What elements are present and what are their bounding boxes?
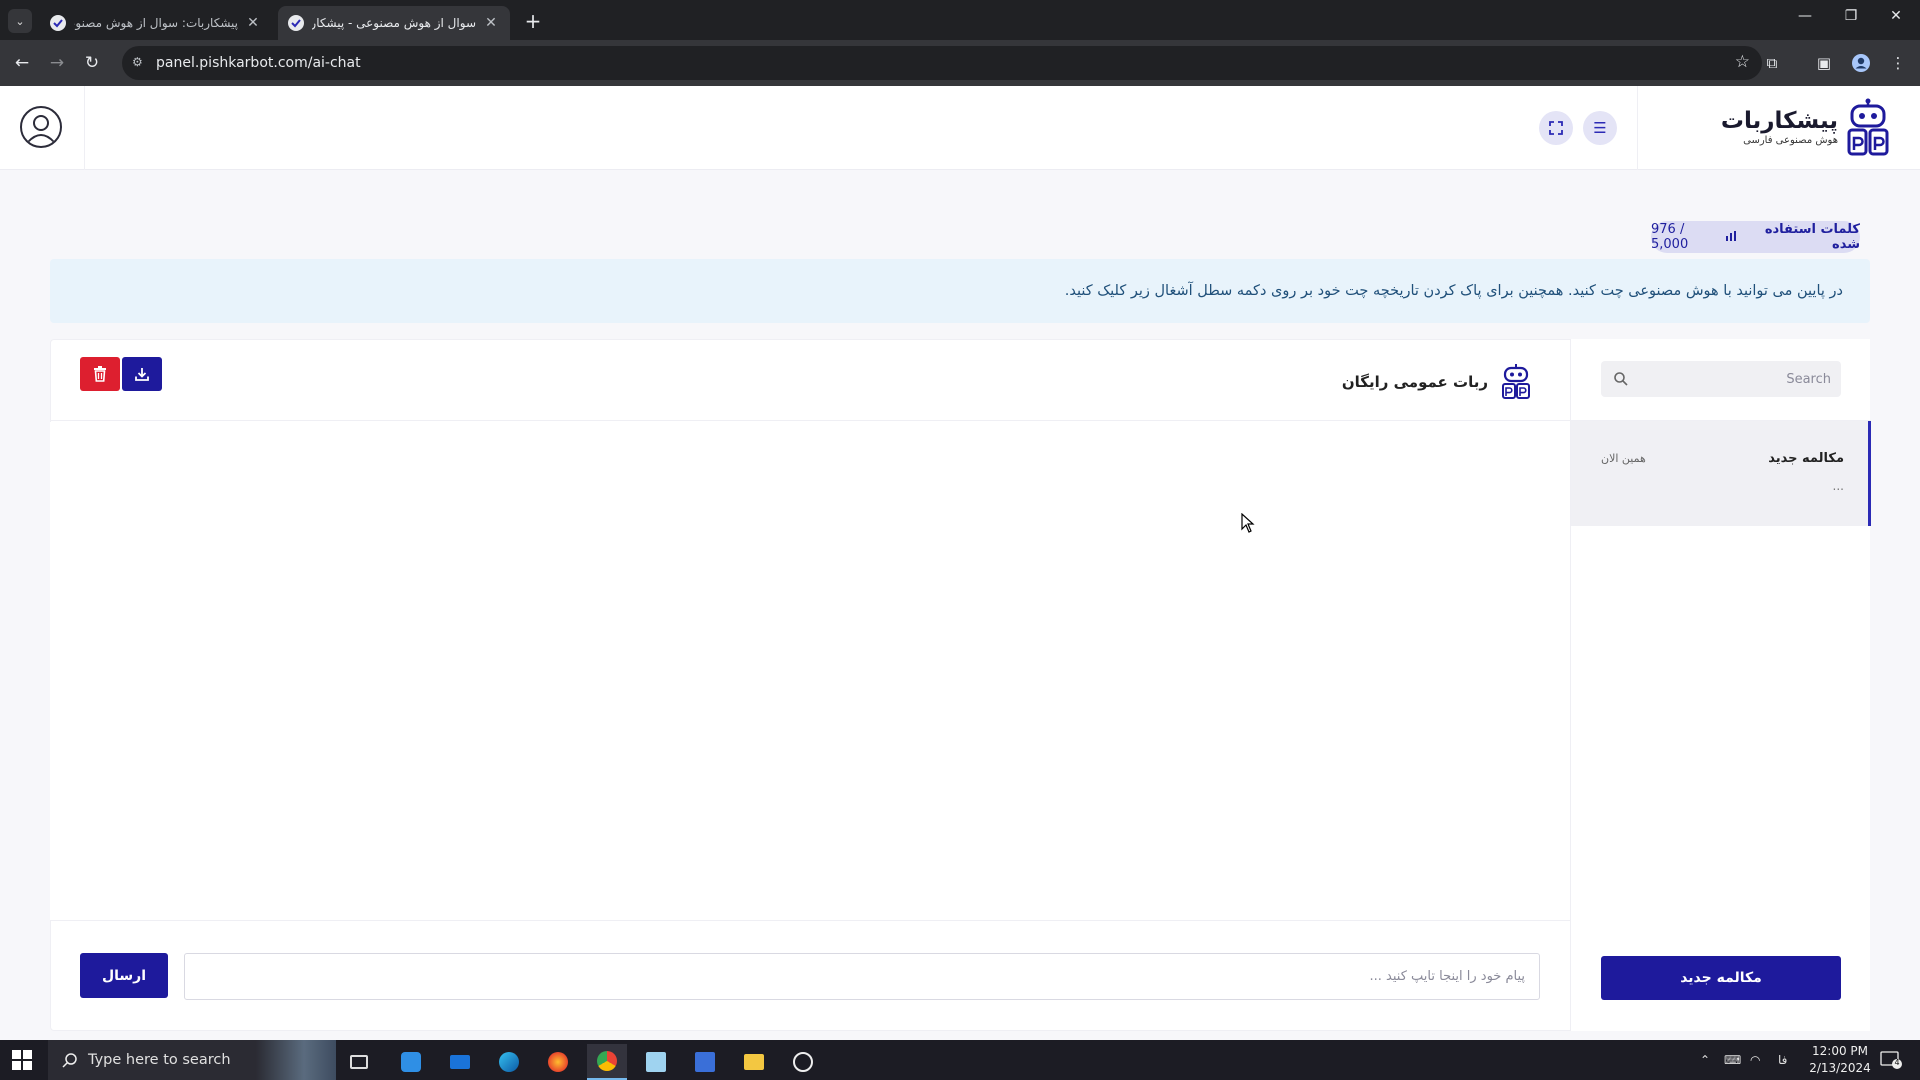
browser-menu-icon[interactable]: ⋮ (1886, 51, 1910, 75)
address-bar[interactable]: ⚙ panel.pishkarbot.com/ai-chat ☆ (122, 46, 1762, 80)
message-input[interactable] (184, 953, 1540, 1000)
taskbar-search-text: Type here to search (88, 1052, 231, 1068)
url-text: panel.pishkarbot.com/ai-chat (156, 55, 361, 71)
remote-desktop-icon[interactable] (685, 1044, 725, 1080)
clock-date: 2/13/2024 (1809, 1061, 1871, 1075)
conversation-item[interactable]: مکالمه جدید همین الان ... (1571, 421, 1871, 526)
app-header: پیشکاربات هوش مصنوعی فارسی ☰ (0, 86, 1920, 170)
header-divider-left (84, 86, 85, 170)
browser-tabbar: ⌄ پیشکاربات: سوال از هوش مصنوعی ✕ سوال ا… (0, 0, 1920, 40)
search-icon (62, 1053, 77, 1068)
clock-app-icon[interactable] (783, 1044, 823, 1080)
windows-start-icon[interactable] (12, 1050, 32, 1070)
show-hidden-icons[interactable]: ⌃ (1700, 1040, 1710, 1080)
file-explorer-icon[interactable] (734, 1044, 774, 1080)
conversation-search (1601, 361, 1841, 397)
robot-logo-icon (1847, 98, 1889, 156)
site-info-icon[interactable]: ⚙ (132, 55, 148, 71)
microsoft-store-icon[interactable] (391, 1044, 431, 1080)
firefox-icon[interactable] (538, 1044, 578, 1080)
usage-count: 976 / 5,000 (1651, 222, 1689, 252)
network-icon[interactable]: ◠ (1750, 1040, 1760, 1080)
info-alert: در پایین می توانید با هوش مصنوعی چت کنید… (50, 259, 1870, 323)
trash-icon (94, 366, 106, 382)
chat-composer: ارسال (50, 920, 1570, 1031)
edge-icon[interactable] (489, 1044, 529, 1080)
brand-logo[interactable]: پیشکاربات هوش مصنوعی فارسی (1721, 98, 1890, 158)
close-window-icon[interactable]: ✕ (1876, 8, 1916, 32)
profile-icon[interactable] (1849, 51, 1873, 75)
browser-toolbar: ← → ↻ ⚙ panel.pishkarbot.com/ai-chat ☆ ⧉… (0, 40, 1920, 86)
windows-taskbar: Type here to search ⌃ ⌨ ◠ فا 12:00 PM 2/… (0, 1040, 1920, 1080)
download-icon (135, 368, 149, 381)
notepad-icon[interactable] (636, 1044, 676, 1080)
notification-count: 4 (1894, 1058, 1900, 1067)
new-tab-button[interactable]: + (520, 8, 546, 34)
bookmark-star-icon[interactable]: ☆ (1735, 52, 1750, 72)
chart-bar-icon (1725, 230, 1736, 245)
reload-icon[interactable]: ↻ (80, 51, 104, 75)
browser-tab-2[interactable]: سوال از هوش مصنوعی - پیشکاربات ✕ (278, 6, 510, 40)
minimize-icon[interactable]: — (1785, 8, 1825, 32)
conversation-time: همین الان (1601, 452, 1646, 465)
close-tab-icon[interactable]: ✕ (244, 15, 262, 31)
site-favicon-icon (288, 15, 304, 31)
info-alert-text: در پایین می توانید با هوش مصنوعی چت کنید… (1064, 283, 1843, 299)
tab-search-button[interactable]: ⌄ (8, 9, 32, 33)
menu-toggle-button[interactable]: ☰ (1583, 111, 1617, 145)
notification-center-icon[interactable]: 4 (1880, 1050, 1902, 1070)
taskbar-search[interactable]: Type here to search (48, 1040, 336, 1080)
usage-label: کلمات استفاده شده (1764, 222, 1860, 252)
side-panel-icon[interactable]: ▣ (1812, 51, 1836, 75)
extensions-icon[interactable]: ⧉ (1760, 51, 1784, 75)
user-avatar[interactable] (20, 106, 62, 148)
logo-title: پیشکاربات (1720, 108, 1838, 134)
conversation-title: مکالمه جدید (1768, 451, 1844, 466)
restore-icon[interactable]: ❐ (1831, 8, 1871, 32)
user-avatar-icon (27, 115, 55, 143)
language-indicator[interactable]: فا (1778, 1040, 1787, 1080)
new-chat-button[interactable]: مکالمه جدید (1601, 956, 1841, 1000)
bot-avatar-icon (1502, 364, 1530, 399)
close-tab-icon[interactable]: ✕ (482, 15, 500, 31)
conversation-sidebar: مکالمه جدید همین الان ... مکالمه جدید (1570, 339, 1871, 1031)
task-view-icon[interactable] (339, 1044, 379, 1080)
tab-title: پیشکاربات: سوال از هوش مصنوعی (74, 16, 238, 30)
mouse-cursor-icon (1241, 513, 1255, 533)
fullscreen-icon (1549, 121, 1563, 135)
search-icon (1614, 372, 1628, 386)
mail-icon[interactable] (440, 1044, 480, 1080)
browser-tab-1[interactable]: پیشکاربات: سوال از هوش مصنوعی ✕ (40, 6, 272, 40)
forward-icon[interactable]: → (45, 51, 69, 75)
back-icon[interactable]: ← (10, 51, 34, 75)
chat-header: ربات عمومی رایگان (50, 339, 1570, 421)
chat-messages-area (50, 422, 1570, 920)
send-button[interactable]: ارسال (80, 953, 168, 998)
word-usage-badge: کلمات استفاده شده 976 / 5,000 (1651, 221, 1860, 253)
header-divider (1637, 86, 1638, 170)
bot-name: ربات عمومی رایگان (1341, 373, 1488, 391)
conversation-preview: ... (1832, 479, 1844, 493)
tab-title: سوال از هوش مصنوعی - پیشکاربات (312, 16, 476, 30)
download-chat-button[interactable] (122, 357, 162, 391)
site-favicon-icon (50, 15, 66, 31)
clear-history-button[interactable] (80, 357, 120, 391)
logo-subtitle: هوش مصنوعی فارسی (1743, 135, 1838, 146)
search-highlight-image (256, 1040, 336, 1080)
clock-time: 12:00 PM (1812, 1044, 1868, 1058)
search-input[interactable] (1641, 361, 1831, 397)
taskbar-clock[interactable]: 12:00 PM 2/13/2024 (1806, 1043, 1874, 1077)
keyboard-icon[interactable]: ⌨ (1724, 1040, 1741, 1080)
fullscreen-button[interactable] (1539, 111, 1573, 145)
chrome-icon[interactable] (587, 1044, 627, 1080)
